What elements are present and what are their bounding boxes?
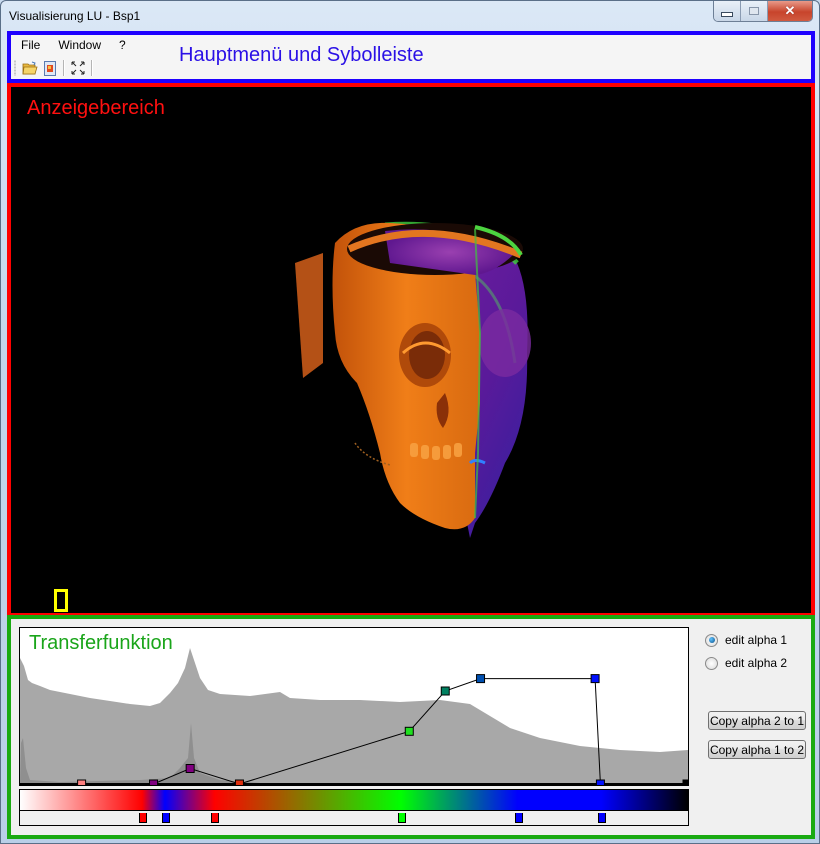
alpha-control-point[interactable] <box>234 779 244 785</box>
minimize-button[interactable] <box>714 1 741 21</box>
toolbar-grip[interactable] <box>14 60 16 76</box>
view-marker <box>54 589 68 612</box>
maximize-icon <box>749 7 759 15</box>
color-stop-marker[interactable] <box>139 813 148 823</box>
document-icon <box>44 60 56 76</box>
minimize-icon <box>721 11 733 17</box>
alpha-control-point[interactable] <box>404 726 414 736</box>
color-stop-marker[interactable] <box>211 813 220 823</box>
transfer-zone-annotation: Transferfunktion <box>29 632 173 654</box>
toolbar-separator <box>91 60 93 76</box>
load-transfer-button[interactable] <box>40 58 60 78</box>
render-view[interactable]: Anzeigebereich <box>7 83 815 617</box>
alpha-control-point[interactable] <box>595 779 605 785</box>
radio-edit-alpha-2[interactable]: edit alpha 2 <box>705 656 787 670</box>
transfer-function-plot[interactable]: Transferfunktion <box>20 628 688 785</box>
title-bar[interactable]: Visualisierung LU - Bsp1 ✕ <box>1 1 819 31</box>
alpha-control-point[interactable] <box>440 686 450 696</box>
maximize-button[interactable] <box>741 1 768 21</box>
radio-button-checked[interactable] <box>705 633 718 647</box>
client-area: File Window ? Hauptmenü und Sybolleiste … <box>7 31 815 839</box>
color-stop-marker[interactable] <box>598 813 607 823</box>
view-zone-annotation: Anzeigebereich <box>27 97 165 119</box>
copy-alpha-2-to-1-button[interactable]: Copy alpha 2 to 1 <box>708 711 806 730</box>
app-window: Visualisierung LU - Bsp1 ✕ File Window ? <box>0 0 820 844</box>
menu-window[interactable]: Window <box>50 38 109 52</box>
menu-help[interactable]: ? <box>111 38 134 52</box>
fit-view-icon <box>71 61 85 75</box>
alpha-control-point[interactable] <box>185 764 195 773</box>
transfer-function-editor[interactable]: Transferfunktion <box>19 627 689 786</box>
close-icon: ✕ <box>784 3 796 18</box>
alpha-control-point[interactable] <box>77 779 87 785</box>
color-stop-marker[interactable] <box>397 813 406 823</box>
close-button[interactable]: ✕ <box>768 1 812 21</box>
menu-zone-annotation: Hauptmenü und Sybolleiste <box>179 44 424 66</box>
alpha-control-point[interactable] <box>149 779 159 785</box>
transfer-function-zone: Transferfunktion edit alpha 1 edit alpha… <box>7 615 815 839</box>
open-folder-icon <box>22 61 38 75</box>
histogram-log <box>20 648 688 785</box>
radio-edit-alpha-1[interactable]: edit alpha 1 <box>705 633 787 647</box>
alpha-control-point[interactable] <box>682 779 688 785</box>
copy-alpha-1-to-2-button[interactable]: Copy alpha 1 to 2 <box>708 740 806 759</box>
menu-toolbar-zone: File Window ? Hauptmenü und Sybolleiste <box>7 31 815 83</box>
alpha-control-point[interactable] <box>590 674 600 684</box>
skull-volume-rendering <box>295 221 531 538</box>
color-stop-marker[interactable] <box>514 813 523 823</box>
menu-file[interactable]: File <box>13 38 48 52</box>
color-marker-strip[interactable] <box>19 810 689 826</box>
alpha-control-point[interactable] <box>476 674 486 684</box>
toolbar-separator <box>63 60 65 76</box>
toolbar <box>11 57 96 79</box>
radio-button[interactable] <box>705 656 718 670</box>
caption-buttons: ✕ <box>713 1 813 22</box>
color-stop-marker[interactable] <box>161 813 170 823</box>
open-button[interactable] <box>20 58 40 78</box>
radio-label: edit alpha 1 <box>725 633 788 647</box>
window-title: Visualisierung LU - Bsp1 <box>9 9 141 23</box>
fit-view-button[interactable] <box>68 58 88 78</box>
radio-label: edit alpha 2 <box>725 656 788 670</box>
color-gradient-bar[interactable] <box>19 789 689 810</box>
